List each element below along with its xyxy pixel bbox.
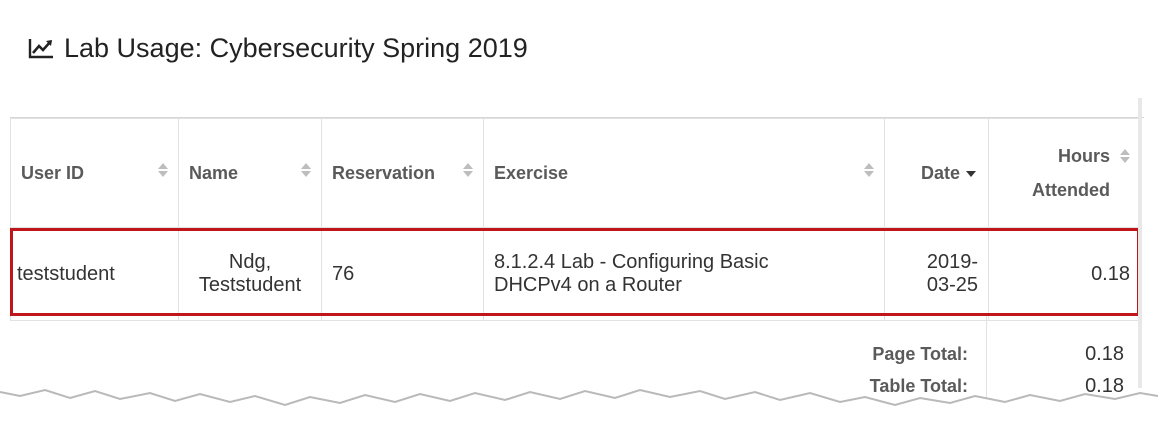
column-label: Hours Attended: [1032, 146, 1110, 200]
date-line: 03-25: [926, 274, 978, 296]
sort-icon[interactable]: [301, 163, 311, 177]
column-label: Date: [920, 162, 960, 183]
cell-date: 2019- 03-25: [884, 227, 989, 321]
column-label: User ID: [21, 162, 85, 183]
sort-icon[interactable]: [463, 163, 473, 177]
column-header-user-id[interactable]: User ID: [10, 118, 179, 228]
cell-reservation: 76: [321, 227, 484, 321]
column-header-name[interactable]: Name: [178, 118, 322, 228]
column-label: Exercise: [494, 162, 569, 183]
page-total-value: 0.18: [1085, 343, 1124, 365]
name-line: Teststudent: [198, 274, 302, 296]
cell-hours-attended: 0.18: [988, 227, 1141, 321]
cell-exercise: 8.1.2.4 Lab - Configuring Basic DHCPv4 o…: [483, 227, 885, 321]
sort-icon[interactable]: [158, 163, 168, 177]
column-header-date[interactable]: Date: [884, 118, 989, 228]
cell-user-id: teststudent: [10, 227, 179, 321]
line-chart-icon: [28, 39, 53, 59]
lab-usage-panel: Lab Usage: Cybersecurity Spring 2019 Use…: [10, 0, 1144, 431]
exercise-line: DHCPv4 on a Router: [494, 274, 682, 296]
exercise-line: 8.1.2.4 Lab - Configuring Basic: [494, 251, 769, 273]
column-header-exercise[interactable]: Exercise: [483, 118, 885, 228]
page-total-label: Page Total:: [872, 344, 968, 364]
date-line: 2019-: [926, 251, 978, 273]
table-row[interactable]: teststudent Ndg, Teststudent 76 8.1.2.4 …: [10, 227, 1141, 321]
column-label: Name: [189, 162, 239, 183]
sort-icon[interactable]: [864, 163, 874, 177]
lab-usage-table: User ID Name Reservation Exercise Date H…: [10, 118, 1141, 321]
column-header-hours-attended[interactable]: Hours Attended: [988, 118, 1141, 228]
page-title: Lab Usage: Cybersecurity Spring 2019: [64, 32, 528, 63]
torn-edge: [0, 388, 1158, 431]
cell-name: Ndg, Teststudent: [178, 227, 322, 321]
panel-title: Lab Usage: Cybersecurity Spring 2019: [28, 28, 528, 68]
column-label: Reservation: [332, 162, 436, 183]
table-header-row: User ID Name Reservation Exercise Date H…: [10, 118, 1141, 228]
sort-descending-icon[interactable]: [966, 170, 976, 177]
scrollbar[interactable]: [1138, 98, 1142, 388]
sort-icon[interactable]: [1120, 149, 1130, 163]
column-header-reservation[interactable]: Reservation: [321, 118, 484, 228]
name-line: Ndg,: [228, 251, 272, 273]
